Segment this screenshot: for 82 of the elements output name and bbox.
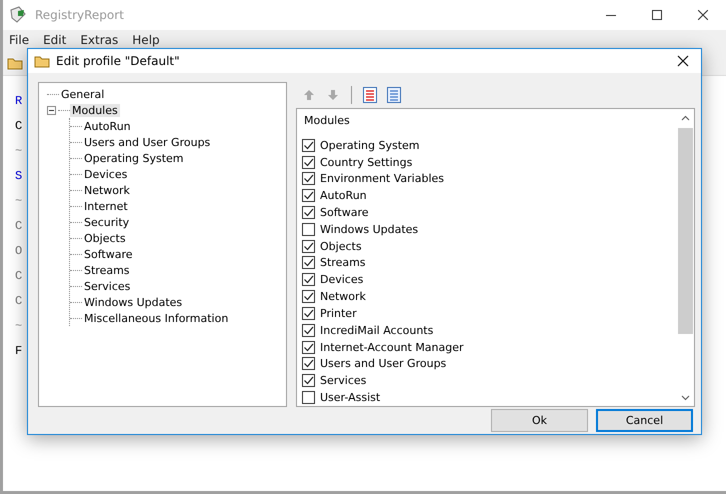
tree-item[interactable]: Services [82,280,132,292]
report-text: ~ [15,194,22,208]
checkbox[interactable] [302,222,315,236]
report-text: O [15,244,22,258]
tree-item[interactable]: Operating System [82,152,186,164]
report-text: C [15,269,22,283]
checkbox[interactable] [302,206,315,219]
collapse-icon[interactable] [47,106,56,114]
checkbox[interactable] [302,391,315,404]
report-text: C [15,119,22,133]
module-label: User-Assist [320,391,380,404]
module-label: Windows Updates [320,222,418,236]
checkbox[interactable] [302,374,315,388]
checkbox[interactable] [302,156,315,168]
document-icon [387,87,401,103]
tree-item[interactable]: Internet [82,200,130,212]
menu-item[interactable]: Help [132,33,160,47]
app-icon [9,6,27,24]
close-icon [698,10,708,20]
report-text: R [15,94,22,108]
report-text: F [15,344,22,358]
tree-item[interactable]: Software [82,248,134,260]
checkbox[interactable] [302,138,315,152]
module-label: Services [320,374,366,388]
deselect-all-button[interactable] [385,86,403,104]
checkbox[interactable] [302,306,315,320]
module-label: Streams [320,256,366,270]
module-label: IncrediMail Accounts [320,324,434,337]
tree-item[interactable]: AutoRun [82,120,133,132]
tree-item[interactable]: Objects [82,232,128,244]
tree-item[interactable]: Network [82,184,132,196]
cancel-button[interactable]: Cancel [596,409,693,432]
module-label: Objects [320,240,362,253]
checkbox[interactable] [302,240,315,253]
report-text: C [15,294,22,308]
checkbox[interactable] [302,324,315,337]
menu-item[interactable]: File [9,33,30,47]
select-all-button[interactable] [361,86,379,104]
tree-item[interactable]: Users and User Groups [82,136,212,148]
checkbox[interactable] [302,189,315,202]
menu-item[interactable]: Extras [80,33,118,47]
tree-item[interactable]: General [59,88,106,100]
document-icon [363,87,377,103]
tree-item[interactable]: Security [82,216,132,228]
checkbox[interactable] [302,357,315,370]
checkbox[interactable] [302,256,315,270]
module-label: Internet-Account Manager [320,340,464,354]
module-label: Environment Variables [320,172,444,186]
report-text: ~ [15,144,22,158]
tree-item[interactable]: Devices [82,168,130,180]
checkbox[interactable] [302,273,315,286]
checkbox[interactable] [302,290,315,304]
ok-button[interactable]: Ok [491,409,588,432]
report-text: S [15,169,22,183]
window-title: RegistryReport [35,8,124,22]
module-label: Software [320,206,368,219]
dialog-title: Edit profile "Default" [56,54,180,68]
tree-item[interactable]: Miscellaneous Information [82,312,230,324]
tree-item[interactable]: Streams [82,264,132,276]
folder-icon[interactable] [7,56,23,70]
folder-icon [34,54,50,68]
module-label: Printer [320,306,357,320]
checkbox[interactable] [302,340,315,354]
module-label: Network [320,290,366,304]
report-text: ~ [15,319,22,333]
module-label: Devices [320,273,364,286]
up-arrow-icon [303,89,315,101]
module-label: Country Settings [320,156,412,168]
checkbox[interactable] [302,172,315,186]
report-text: C [15,219,22,233]
scroll-down-icon[interactable] [681,394,690,400]
menu-item[interactable]: Edit [43,33,66,47]
scroll-up-icon[interactable] [681,114,690,120]
close-icon [677,55,689,67]
tree-item[interactable]: Windows Updates [82,296,184,308]
module-label: Operating System [320,138,420,152]
tree-item[interactable]: Modules [70,104,120,116]
list-header: Modules [303,114,351,129]
module-label: AutoRun [320,189,367,202]
maximize-icon [652,10,662,20]
module-label: Users and User Groups [320,357,446,370]
down-arrow-icon [327,89,339,101]
